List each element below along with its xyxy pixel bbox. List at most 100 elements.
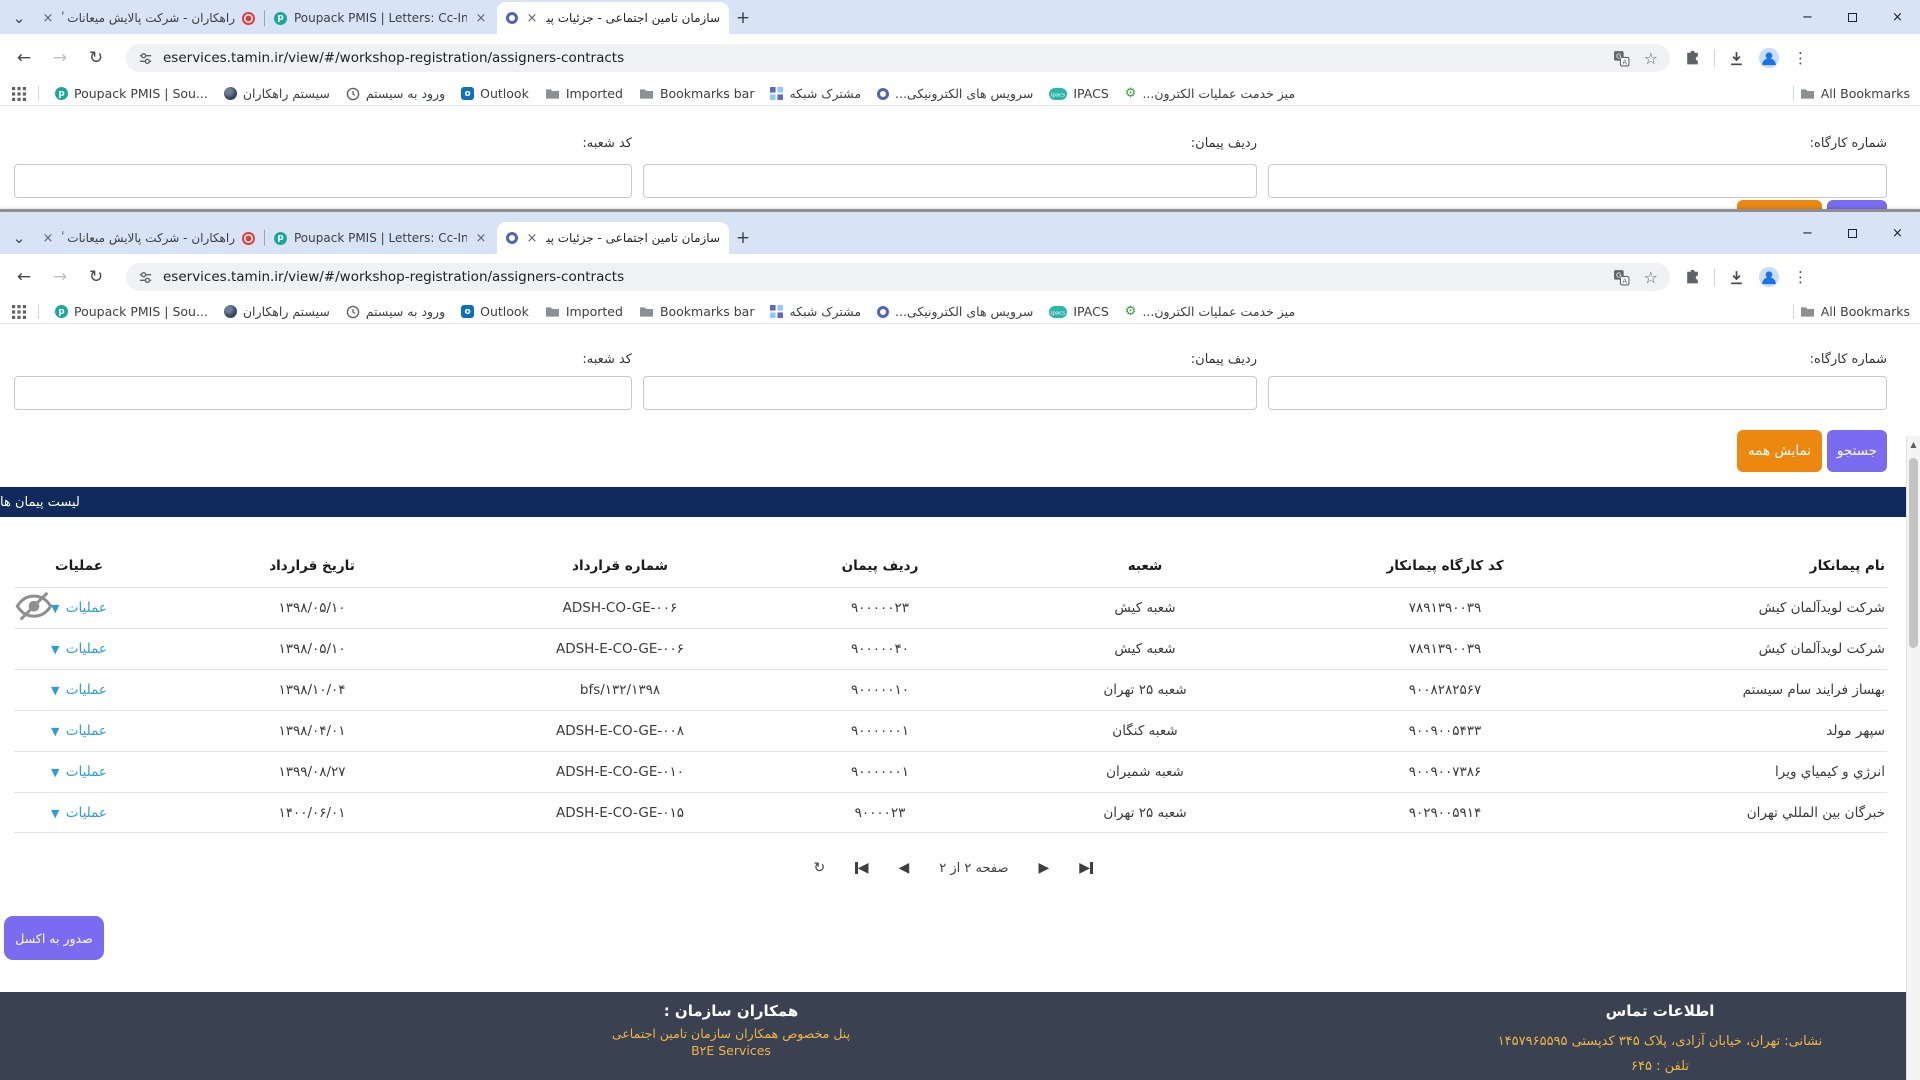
extensions-puzzle-icon[interactable] (1684, 50, 1701, 67)
close-tab-icon[interactable]: × (474, 11, 488, 26)
back-icon[interactable]: ← (12, 48, 36, 68)
minimize-button[interactable]: − (1785, 0, 1830, 34)
bookmark-poupack[interactable]: pPoupack PMIS | Sou... (55, 304, 208, 319)
address-bar[interactable]: eservices.tamin.ir/view/#/workshop-regis… (126, 44, 1670, 72)
bookmark-rahkaran-system[interactable]: سیستم راهکاران (224, 86, 330, 101)
bookmark-electronic-services[interactable]: سرویس های الکترونیکی... (877, 304, 1033, 319)
profile-avatar[interactable] (1758, 47, 1780, 69)
bookmark-shared-network[interactable]: مشترک شبکه (770, 304, 861, 319)
bookmark-system-login[interactable]: ورود به سیستم (346, 86, 445, 101)
tab-search-chevron-icon[interactable]: ⌄ (6, 222, 32, 254)
close-window-button[interactable]: × (1875, 0, 1920, 34)
tab-tamin-active[interactable]: × سازمان تامین اجتماعی - جزئیات پیمان (497, 2, 729, 34)
workshop-no-input[interactable] (1268, 376, 1887, 410)
scroll-up-arrow[interactable]: ▲ (1907, 436, 1920, 449)
reload-icon[interactable]: ↻ (84, 48, 108, 68)
new-tab-button[interactable]: + (729, 2, 757, 34)
menu-kebab-icon[interactable]: ⋮ (1793, 49, 1808, 67)
operations-cell[interactable]: عملیات ▼ (14, 723, 144, 739)
tab-rahkaran[interactable]: × راهکاران - شرکت پالایش میعانات گازی (32, 222, 264, 254)
close-tab-icon[interactable]: × (41, 231, 55, 246)
tab-poupack[interactable]: p Poupack PMIS | Letters: Cc-Inbo × (265, 2, 497, 34)
close-window-button[interactable]: × (1875, 212, 1920, 254)
operations-link[interactable]: عملیات (66, 641, 107, 657)
scrollbar[interactable]: ▲ (1906, 436, 1920, 1080)
prev-page-icon[interactable]: ◀ (898, 860, 909, 876)
all-bookmarks-button[interactable]: All Bookmarks (1793, 304, 1910, 319)
bookmark-service-desk[interactable]: ⚙میز خدمت عملیات الکترون... (1125, 86, 1295, 101)
tab-poupack[interactable]: p Poupack PMIS | Letters: Cc-Inbo × (265, 222, 497, 254)
bookmark-rahkaran-system[interactable]: سیستم راهکاران (224, 304, 330, 319)
bookmark-star-icon[interactable]: ☆ (1644, 268, 1658, 287)
apps-grid-icon[interactable] (12, 305, 26, 319)
bookmark-shared-network[interactable]: مشترک شبکه (770, 86, 861, 101)
maximize-button[interactable] (1830, 212, 1875, 254)
bookmark-bookmarks-bar-folder[interactable]: Bookmarks bar (639, 304, 755, 319)
b2e-services-link[interactable]: B۲E Services (431, 1043, 1031, 1058)
last-page-icon[interactable]: ▶ (1079, 860, 1092, 876)
operations-cell[interactable]: عملیات ▼ (14, 682, 144, 698)
bookmark-system-login[interactable]: ورود به سیستم (346, 304, 445, 319)
close-tab-icon[interactable]: × (474, 231, 488, 246)
bookmark-electronic-services[interactable]: سرویس های الکترونیکی... (877, 86, 1033, 101)
bookmark-ipacs[interactable]: ipacsIPACS (1049, 86, 1108, 101)
bookmark-outlook[interactable]: oOutlook (461, 86, 529, 101)
translate-icon[interactable]: G A (1613, 50, 1630, 67)
refresh-icon[interactable]: ↻ (813, 860, 825, 876)
partners-panel-link[interactable]: پنل مخصوص همکاران سازمان تامین اجتماعی (431, 1026, 1031, 1041)
bookmark-imported[interactable]: Imported (545, 86, 623, 101)
extensions-puzzle-icon[interactable] (1684, 269, 1701, 286)
new-tab-button[interactable]: + (729, 222, 757, 254)
tab-rahkaran[interactable]: × راهکاران - شرکت پالایش میعانات گازی (32, 2, 264, 34)
minimize-button[interactable]: − (1785, 212, 1830, 254)
export-excel-button[interactable]: صدور به اکسل (4, 916, 104, 960)
bookmark-imported[interactable]: Imported (545, 304, 623, 319)
search-button[interactable]: جستجو (1827, 430, 1887, 472)
bookmark-outlook[interactable]: oOutlook (461, 304, 529, 319)
contract-row-input[interactable] (643, 164, 1257, 198)
reload-icon[interactable]: ↻ (84, 267, 108, 287)
show-all-button[interactable]: نمایش همه (1737, 430, 1822, 472)
branch-code-input[interactable] (14, 376, 632, 410)
bookmark-service-desk[interactable]: ⚙میز خدمت عملیات الکترون... (1125, 304, 1295, 319)
operations-link[interactable]: عملیات (66, 764, 107, 780)
tab-search-chevron-icon[interactable]: ⌄ (6, 2, 32, 34)
operations-cell[interactable]: عملیات ▼ (14, 764, 144, 780)
close-tab-icon[interactable]: × (525, 11, 539, 26)
first-page-icon[interactable]: ◀ (855, 860, 868, 876)
bookmark-ipacs[interactable]: ipacsIPACS (1049, 304, 1108, 319)
operations-link[interactable]: عملیات (66, 805, 107, 821)
operations-cell[interactable]: عملیات ▼ (14, 805, 144, 821)
chevron-down-icon[interactable]: ▼ (51, 643, 59, 656)
site-settings-icon[interactable] (138, 270, 153, 285)
branch-code-input[interactable] (14, 164, 632, 198)
workshop-no-input[interactable] (1268, 164, 1887, 198)
close-tab-icon[interactable]: × (41, 11, 55, 26)
chevron-down-icon[interactable]: ▼ (51, 766, 59, 779)
operations-link[interactable]: عملیات (66, 723, 107, 739)
tab-tamin-active[interactable]: × سازمان تامین اجتماعی - جزئیات پیمان (497, 222, 729, 254)
back-icon[interactable]: ← (12, 267, 36, 287)
url-text[interactable]: eservices.tamin.ir/view/#/workshop-regis… (163, 269, 624, 285)
profile-avatar[interactable] (1758, 266, 1780, 288)
maximize-button[interactable] (1830, 0, 1875, 34)
close-tab-icon[interactable]: × (525, 231, 539, 246)
bookmark-star-icon[interactable]: ☆ (1644, 49, 1658, 68)
downloads-icon[interactable] (1728, 269, 1745, 286)
contract-row-input[interactable] (643, 376, 1257, 410)
menu-kebab-icon[interactable]: ⋮ (1793, 268, 1808, 286)
bookmark-bookmarks-bar-folder[interactable]: Bookmarks bar (639, 86, 755, 101)
translate-icon[interactable]: G A (1613, 269, 1630, 286)
chevron-down-icon[interactable]: ▼ (51, 684, 59, 697)
scroll-thumb[interactable] (1909, 458, 1918, 648)
chevron-down-icon[interactable]: ▼ (51, 725, 59, 738)
downloads-icon[interactable] (1728, 50, 1745, 67)
all-bookmarks-button[interactable]: All Bookmarks (1793, 86, 1910, 101)
next-page-icon[interactable]: ▶ (1038, 860, 1049, 876)
site-settings-icon[interactable] (138, 51, 153, 66)
operations-link[interactable]: عملیات (66, 682, 107, 698)
chevron-down-icon[interactable]: ▼ (51, 807, 59, 820)
address-bar[interactable]: eservices.tamin.ir/view/#/workshop-regis… (126, 263, 1670, 291)
operations-cell[interactable]: عملیات ▼ (14, 641, 144, 657)
url-text[interactable]: eservices.tamin.ir/view/#/workshop-regis… (163, 50, 624, 66)
